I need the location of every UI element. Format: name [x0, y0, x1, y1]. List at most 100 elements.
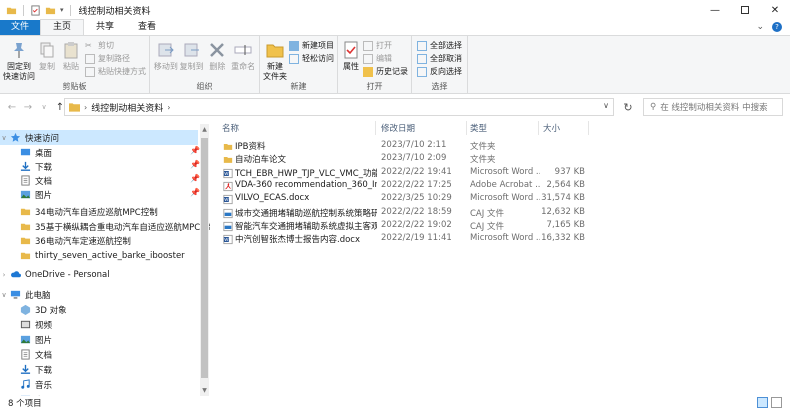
svg-text:W: W: [224, 171, 228, 176]
new-item-button[interactable]: 新建项目: [289, 40, 334, 51]
details-view-button[interactable]: [757, 397, 768, 408]
expand-icon[interactable]: ∨: [0, 291, 8, 299]
nav-label: 音乐: [35, 380, 53, 391]
invert-selection-button[interactable]: 反向选择: [417, 66, 462, 77]
star-icon: [10, 132, 21, 142]
column-header-type[interactable]: 类型: [470, 120, 487, 136]
file-name: TCH_EBR_HWP_TJP_VLC_VMC_功能定...: [235, 168, 377, 179]
scroll-up-icon[interactable]: ▲: [200, 126, 209, 133]
nav-music[interactable]: 音乐: [10, 377, 52, 392]
file-size: 2,564 KB: [546, 179, 585, 190]
paste-shortcut-icon: [85, 66, 95, 77]
navigation-pane: ∨ 快速访问 桌面 📌 下载 📌 文档 📌 图片 📌 34电动汽车自适应巡航MP…: [0, 124, 210, 396]
file-row[interactable]: W VILVO_ECAS.docx 2022/3/25 10:29 Microsoft…: [221, 193, 591, 206]
clipboard-group-label: 剪贴板: [62, 82, 87, 91]
file-row[interactable]: 智能汽车交通拥堵辅助系统虚拟主客观评... 2022/2/22 19:02 CAJ …: [221, 220, 591, 233]
column-header-date[interactable]: 修改日期: [381, 120, 415, 136]
address-path[interactable]: 线控制动相关资料: [91, 101, 163, 114]
expand-icon[interactable]: ∨: [0, 134, 8, 142]
svg-text:W: W: [224, 237, 228, 242]
forward-button[interactable]: →: [20, 102, 36, 113]
file-date: 2023/7/10 2:09: [381, 153, 447, 164]
select-none-label: 全部取消: [430, 54, 462, 63]
nav-pictures[interactable]: 图片: [10, 187, 52, 202]
scissors-icon: ✂: [85, 40, 92, 50]
nav-scrollbar[interactable]: ▲ ▼: [200, 124, 209, 396]
minimize-icon: —: [710, 4, 720, 16]
minimize-button[interactable]: —: [700, 0, 730, 20]
file-row[interactable]: VDA-360 recommendation_360_Inter... 2022/…: [221, 180, 591, 193]
tab-share[interactable]: 共享: [84, 20, 126, 35]
file-row[interactable]: 城市交通拥堵辅助巡航控制系统策略研究... 2022/2/22 18:59 CAJ …: [221, 207, 591, 220]
nav-desktop[interactable]: 桌面: [10, 145, 52, 160]
properties-icon[interactable]: [30, 4, 41, 16]
tab-view[interactable]: 查看: [126, 20, 168, 35]
copy-path-label: 复制路径: [98, 54, 130, 63]
close-button[interactable]: ✕: [760, 0, 790, 20]
file-row[interactable]: W TCH_EBR_HWP_TJP_VLC_VMC_功能定... 2022/2/22…: [221, 167, 591, 180]
chevron-down-icon[interactable]: ∨: [603, 101, 609, 110]
expand-icon[interactable]: ›: [0, 271, 8, 279]
scroll-down-icon[interactable]: ▼: [200, 387, 209, 394]
column-header-size[interactable]: 大小: [543, 120, 560, 136]
paste-shortcut-label: 粘贴快捷方式: [98, 67, 146, 76]
file-size: 7,165 KB: [546, 219, 585, 230]
help-icon[interactable]: ?: [772, 22, 782, 32]
nav-folder[interactable]: 36电动汽车定速巡航控制: [10, 233, 131, 248]
recent-locations-button[interactable]: ∨: [36, 103, 52, 111]
collapse-ribbon-icon[interactable]: ⌄: [756, 22, 764, 32]
file-date: 2022/2/22 19:02: [381, 219, 452, 230]
edit-button[interactable]: 编辑: [363, 53, 408, 64]
chevron-right-icon: ›: [84, 102, 88, 112]
nav-documents-pc[interactable]: 文档: [10, 347, 52, 362]
file-date: 2022/2/22 19:41: [381, 166, 452, 177]
maximize-icon: [741, 6, 749, 14]
tab-home[interactable]: 主页: [40, 19, 85, 35]
address-bar[interactable]: › 线控制动相关资料 › ∨: [64, 98, 614, 116]
column-header-name[interactable]: 名称: [222, 120, 239, 136]
file-row[interactable]: IPB资料 2023/7/10 2:11 文件夹: [221, 140, 591, 153]
rename-label: 重命名: [231, 62, 256, 71]
edit-icon: [363, 53, 373, 64]
new-folder-icon[interactable]: [45, 5, 56, 16]
nav-quick-access[interactable]: ∨ 快速访问: [0, 130, 198, 145]
chevron-down-icon[interactable]: ▾: [60, 6, 64, 14]
move-to-label: 移动到: [153, 62, 178, 71]
nav-3d-objects[interactable]: 3D 对象: [10, 302, 67, 317]
open-button[interactable]: 打开: [363, 40, 408, 51]
select-none-button[interactable]: 全部取消: [417, 53, 462, 64]
back-button[interactable]: ←: [4, 102, 20, 113]
search-input[interactable]: ⚲ 在 线控制动相关资料 中搜索: [643, 98, 783, 116]
nav-pictures-pc[interactable]: 图片: [10, 332, 52, 347]
nav-label: 34电动汽车自适应巡航MPC控制: [35, 207, 158, 218]
nav-downloads-pc[interactable]: 下载: [10, 362, 52, 377]
file-row[interactable]: 自动泊车论文 2023/7/10 2:09 文件夹: [221, 153, 591, 166]
file-type: Microsoft Word ...: [470, 193, 540, 204]
cut-button[interactable]: ✂ 剪切: [85, 40, 146, 51]
tab-file[interactable]: 文件: [0, 20, 41, 35]
file-row[interactable]: W 中汽创智张杰博士报告内容.docx 2022/2/19 11:41 Microso…: [221, 233, 591, 246]
nav-onedrive[interactable]: › OneDrive - Personal: [0, 267, 110, 282]
scrollbar-thumb[interactable]: [201, 138, 208, 378]
edit-label: 编辑: [376, 54, 392, 63]
maximize-button[interactable]: [730, 0, 760, 20]
nav-downloads[interactable]: 下载: [10, 159, 52, 174]
paste-shortcut-button[interactable]: 粘贴快捷方式: [85, 66, 146, 77]
nav-this-pc[interactable]: ∨ 此电脑: [0, 287, 50, 302]
nav-label: 文档: [35, 350, 53, 361]
nav-folder[interactable]: 35基于横纵耦合重电动汽车自适应巡航MPC控制: [10, 219, 210, 234]
select-all-button[interactable]: 全部选择: [417, 40, 462, 51]
nav-documents[interactable]: 文档: [10, 173, 52, 188]
nav-label: 图片: [35, 190, 53, 201]
large-icons-view-button[interactable]: [771, 397, 782, 408]
nav-folder[interactable]: thirty_seven_active_barke_ibooster: [10, 248, 185, 263]
easy-access-button[interactable]: 轻松访问: [289, 53, 334, 64]
nav-videos[interactable]: 视频: [10, 317, 52, 332]
quick-access-label: 快速访问: [25, 133, 60, 144]
copy-path-button[interactable]: 复制路径: [85, 53, 146, 64]
nav-folder[interactable]: 34电动汽车自适应巡航MPC控制: [10, 204, 158, 219]
folder-icon: [20, 223, 31, 231]
history-button[interactable]: 历史记录: [363, 66, 408, 77]
refresh-button[interactable]: ↻: [619, 98, 637, 116]
divider: [23, 4, 24, 16]
